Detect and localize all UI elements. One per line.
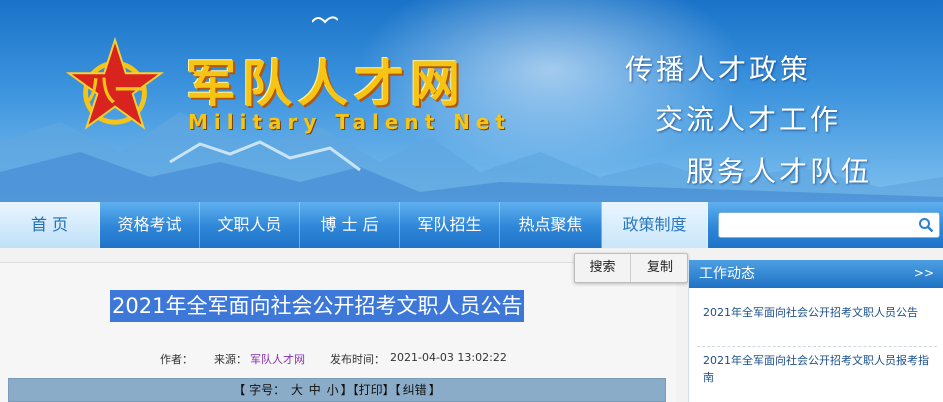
slogan-2: 交流人才工作 [655,103,842,136]
nav-item-military-enrollment[interactable]: 军队招生 [400,202,500,248]
sidebar-header: 工作动态 >> [689,260,943,288]
font-size-medium[interactable]: 中 [309,383,321,397]
slogan-1: 传播人才政策 [625,53,812,86]
nav-item-home[interactable]: 首 页 [0,202,100,248]
report-error-link[interactable]: 纠错 [403,383,427,397]
nav-item-hot-topics[interactable]: 热点聚焦 [500,202,602,248]
font-size-large[interactable]: 大 [291,383,303,397]
publish-time: 2021-04-03 13:02:22 [390,351,507,364]
publish-time-label: 发布时间： [330,353,385,366]
nav-item-postdoc[interactable]: 博 士 后 [300,202,400,248]
site-subtitle: Military Talent Net [188,110,511,134]
slogan-3: 服务人才队伍 [686,155,873,188]
svg-text:八一: 八一 [86,74,145,108]
popup-copy-button[interactable]: 复制 [632,254,688,282]
source-link[interactable]: 军队人才网 [250,351,305,367]
nav-item-qualification-exam[interactable]: 资格考试 [100,202,200,248]
article-title: 2021年全军面向社会公开招考文职人员公告 [110,290,525,322]
site-banner: 八一 军队人才网 Military Talent Net 传播人才政策 交流人才… [0,0,943,202]
nav-item-policy[interactable]: 政策制度 [602,202,708,248]
toolbar-close-bracket: 】 [428,383,441,397]
army-star-logo: 八一 [66,36,164,130]
font-size-label: 【 字号： [233,383,286,397]
work-news-sidebar: 工作动态 >> 2021年全军面向社会公开招考文职人员公告 2021年全军面向社… [688,260,943,402]
sidebar-divider [697,346,937,347]
author-label: 作者： [160,353,193,366]
popup-search-button[interactable]: 搜索 [575,254,631,282]
bird-icon [312,16,338,24]
print-link[interactable]: 】【打印】【 [341,383,401,397]
sidebar-title: 工作动态 [699,266,755,282]
font-size-small[interactable]: 小 [327,383,339,397]
sidebar-news-item[interactable]: 2021年全军面向社会公开招考文职人员报考指南 [703,352,939,386]
site-title: 军队人才网 [186,55,466,113]
sidebar-news-item[interactable]: 2021年全军面向社会公开招考文职人员公告 [703,304,939,321]
source-label: 来源： [214,353,247,366]
selection-popup: 搜索 复制 [574,253,688,283]
sidebar-more-link[interactable]: >> [914,260,934,286]
search-input[interactable] [718,212,940,238]
article-toolbar: 【 字号： 大 中 小】【打印】【 纠错】 [8,378,666,402]
search-icon[interactable] [918,217,934,233]
nav-item-civilian-staff[interactable]: 文职人员 [200,202,300,248]
